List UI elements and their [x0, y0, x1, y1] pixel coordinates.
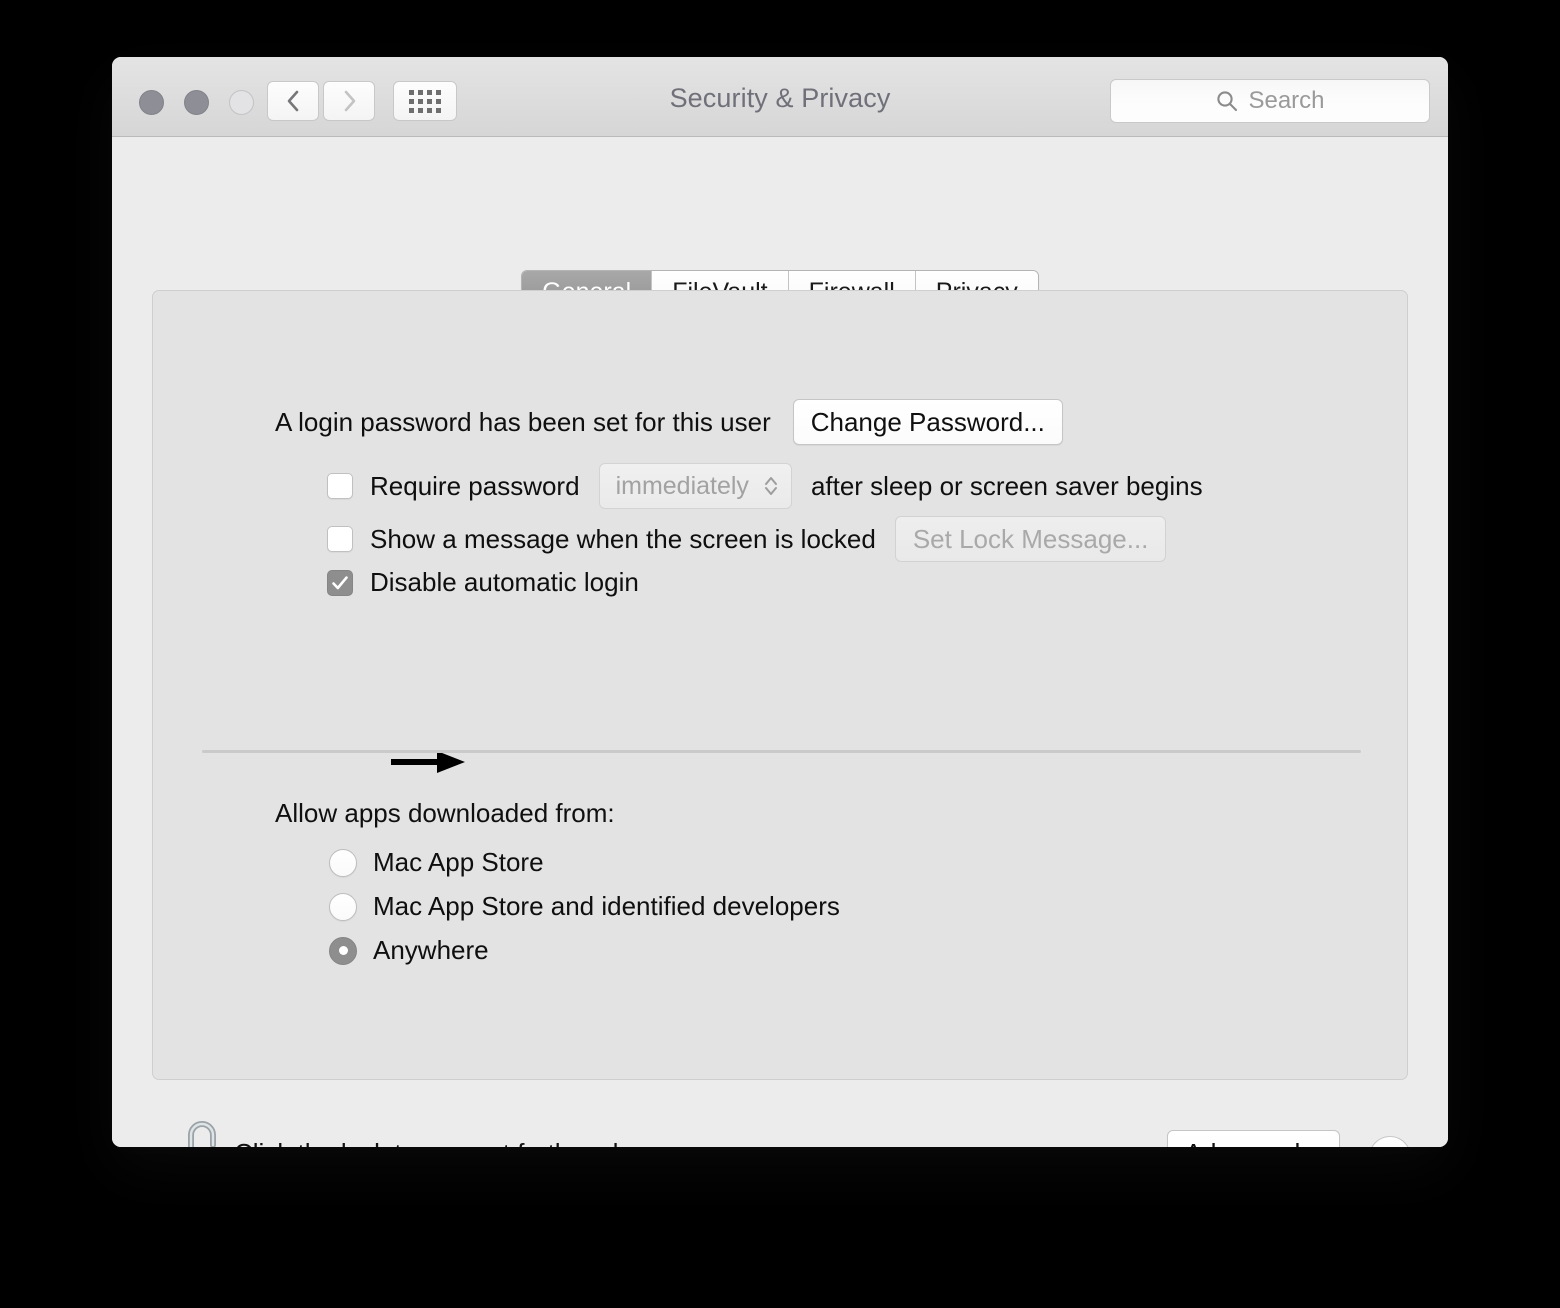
- checkmark-icon: [332, 575, 348, 589]
- lock-hint-text: Click the lock to prevent further change…: [234, 1138, 705, 1147]
- search-field[interactable]: Search: [1110, 79, 1430, 123]
- radio-label-anywhere: Anywhere: [373, 935, 489, 965]
- show-lock-message-label: Show a message when the screen is locked: [370, 523, 876, 554]
- radio-mac-app-store[interactable]: [329, 848, 357, 877]
- allow-apps-option-identified-developers[interactable]: Mac App Store and identified developers: [329, 891, 840, 922]
- disable-automatic-login-checkbox[interactable]: [327, 569, 353, 596]
- require-password-label: Require password: [370, 470, 580, 501]
- allow-apps-heading: Allow apps downloaded from:: [275, 798, 615, 828]
- disable-automatic-login-label: Disable automatic login: [370, 567, 639, 597]
- radio-label-mac-app-store: Mac App Store: [373, 847, 544, 877]
- window-body: General FileVault Firewall Privacy A log…: [112, 137, 1448, 1147]
- stepper-icon: [763, 473, 779, 499]
- help-button[interactable]: ?: [1369, 1136, 1411, 1147]
- require-password-row: Require password immediately after sleep…: [327, 463, 1203, 509]
- advanced-button[interactable]: Advanced...: [1166, 1130, 1340, 1147]
- window-titlebar: Security & Privacy Search: [112, 57, 1448, 137]
- require-password-interval-value: immediately: [615, 471, 749, 500]
- require-password-checkbox[interactable]: [327, 473, 353, 499]
- unlocked-padlock-icon[interactable]: [164, 1118, 222, 1147]
- change-password-button[interactable]: Change Password...: [792, 399, 1063, 445]
- radio-mac-app-store-identified-developers[interactable]: [329, 892, 357, 921]
- general-settings-panel: A login password has been set for this u…: [152, 290, 1408, 1080]
- section-divider: [202, 750, 1361, 753]
- set-lock-message-button[interactable]: Set Lock Message...: [894, 516, 1167, 562]
- require-password-trailing-label: after sleep or screen saver begins: [810, 470, 1203, 501]
- search-icon: [1215, 89, 1239, 113]
- require-password-interval-select[interactable]: immediately: [598, 463, 792, 509]
- login-password-status: A login password has been set for this u…: [275, 406, 771, 437]
- radio-label-identified-developers: Mac App Store and identified developers: [373, 891, 840, 921]
- window-footer: Click the lock to prevent further change…: [112, 1112, 1448, 1147]
- allow-apps-option-mac-app-store[interactable]: Mac App Store: [329, 847, 544, 878]
- search-placeholder: Search: [1248, 87, 1325, 114]
- disable-automatic-login-row: Disable automatic login: [327, 567, 639, 598]
- show-lock-message-checkbox[interactable]: [327, 526, 353, 552]
- security-privacy-window: Security & Privacy Search General FileVa…: [112, 57, 1448, 1147]
- lock-message-row: Show a message when the screen is locked…: [327, 516, 1167, 562]
- allow-apps-option-anywhere[interactable]: Anywhere: [329, 935, 489, 966]
- allow-apps-heading-row: Allow apps downloaded from:: [275, 798, 615, 829]
- login-password-row: A login password has been set for this u…: [275, 399, 1063, 445]
- radio-anywhere[interactable]: [329, 936, 357, 965]
